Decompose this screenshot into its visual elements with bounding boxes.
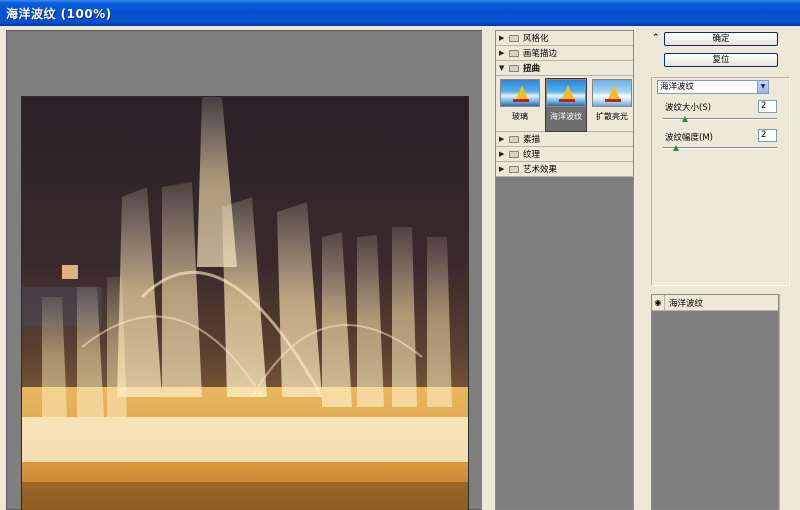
thumb-label: 扩散亮光 bbox=[596, 112, 628, 121]
category-stylize[interactable]: ▶ 风格化 bbox=[496, 31, 633, 46]
title-bar: 海洋波纹 (100%) bbox=[0, 0, 800, 26]
effect-layer-row[interactable]: ◉ 海洋波纹 bbox=[652, 295, 778, 311]
fountain-photo bbox=[22, 97, 468, 510]
category-label: 扭曲 bbox=[523, 64, 541, 74]
ripple-size-input[interactable]: 2 bbox=[758, 100, 777, 113]
layers-scrollbar[interactable] bbox=[779, 294, 790, 510]
effect-layer-label: 海洋波纹 bbox=[669, 298, 704, 309]
diffuse-glow-thumbnail bbox=[592, 79, 632, 107]
category-label: 画笔描边 bbox=[523, 49, 558, 59]
thumb-label: 海洋波纹 bbox=[550, 112, 582, 121]
category-label: 艺术效果 bbox=[523, 165, 558, 175]
folder-icon bbox=[509, 135, 519, 143]
category-distort[interactable]: ▼ 扭曲 bbox=[496, 61, 633, 76]
folder-icon bbox=[509, 64, 519, 72]
folder-icon bbox=[509, 49, 519, 57]
glass-thumbnail bbox=[500, 79, 540, 107]
triangle-right-icon[interactable]: ▶ bbox=[499, 150, 507, 158]
category-brush-strokes[interactable]: ▶ 画笔描边 bbox=[496, 46, 633, 61]
preview-image[interactable] bbox=[21, 96, 469, 510]
filter-thumbnails: 玻璃 海洋波纹 扩散亮光 bbox=[496, 76, 633, 132]
thumb-diffuse-glow[interactable]: 扩散亮光 bbox=[592, 79, 632, 131]
ripple-size-slider-thumb[interactable] bbox=[682, 116, 688, 122]
thumb-label: 玻璃 bbox=[512, 112, 528, 121]
filter-select[interactable]: 海洋波纹 ▼ bbox=[657, 80, 769, 94]
category-sketch[interactable]: ▶ 素描 bbox=[496, 132, 633, 147]
ok-button[interactable]: 确定 bbox=[664, 32, 778, 46]
folder-icon bbox=[509, 150, 519, 158]
ripple-magnitude-slider-thumb[interactable] bbox=[673, 145, 679, 151]
folder-icon bbox=[509, 34, 519, 42]
window-title: 海洋波纹 (100%) bbox=[6, 7, 112, 21]
ripple-size-slider[interactable] bbox=[663, 118, 777, 120]
ripple-magnitude-input[interactable]: 2 bbox=[758, 129, 777, 142]
category-label: 素描 bbox=[523, 135, 541, 145]
thumb-glass[interactable]: 玻璃 bbox=[500, 79, 540, 131]
effect-layers-panel: ◉ 海洋波纹 bbox=[651, 294, 779, 510]
category-label: 纹理 bbox=[523, 150, 541, 160]
triangle-right-icon[interactable]: ▶ bbox=[499, 165, 507, 173]
ripple-magnitude-label: 波纹幅度(M) bbox=[665, 133, 713, 143]
ripple-magnitude-slider[interactable] bbox=[663, 147, 777, 149]
reset-button[interactable]: 复位 bbox=[664, 53, 778, 67]
category-texture[interactable]: ▶ 纹理 bbox=[496, 147, 633, 162]
triangle-right-icon[interactable]: ▶ bbox=[499, 49, 507, 57]
folder-icon bbox=[509, 165, 519, 173]
filter-gallery[interactable]: ▶ 风格化 ▶ 画笔描边 ▼ 扭曲 玻璃 海洋波纹 扩散亮光 ▶ 素描 ▶ 纹理… bbox=[495, 30, 634, 510]
ocean-ripple-thumbnail bbox=[546, 79, 586, 107]
thumb-ocean-ripple[interactable]: 海洋波纹 bbox=[545, 78, 587, 132]
triangle-right-icon[interactable]: ▶ bbox=[499, 34, 507, 42]
category-label: 风格化 bbox=[523, 34, 549, 44]
preview-panel[interactable] bbox=[6, 30, 488, 510]
filter-category-list: ▶ 风格化 ▶ 画笔描边 ▼ 扭曲 玻璃 海洋波纹 扩散亮光 ▶ 素描 ▶ 纹理… bbox=[496, 31, 633, 177]
preview-scrollbar[interactable] bbox=[482, 30, 490, 510]
triangle-down-icon[interactable]: ▼ bbox=[499, 64, 507, 72]
category-artistic[interactable]: ▶ 艺术效果 bbox=[496, 162, 633, 177]
chevron-down-icon[interactable]: ▼ bbox=[757, 81, 768, 93]
double-chevron-up-icon[interactable]: ⌃ bbox=[652, 33, 660, 43]
eye-icon[interactable]: ◉ bbox=[652, 295, 665, 310]
filter-select-value: 海洋波纹 bbox=[660, 82, 695, 92]
triangle-right-icon[interactable]: ▶ bbox=[499, 135, 507, 143]
ripple-size-label: 波纹大小(S) bbox=[665, 103, 712, 113]
